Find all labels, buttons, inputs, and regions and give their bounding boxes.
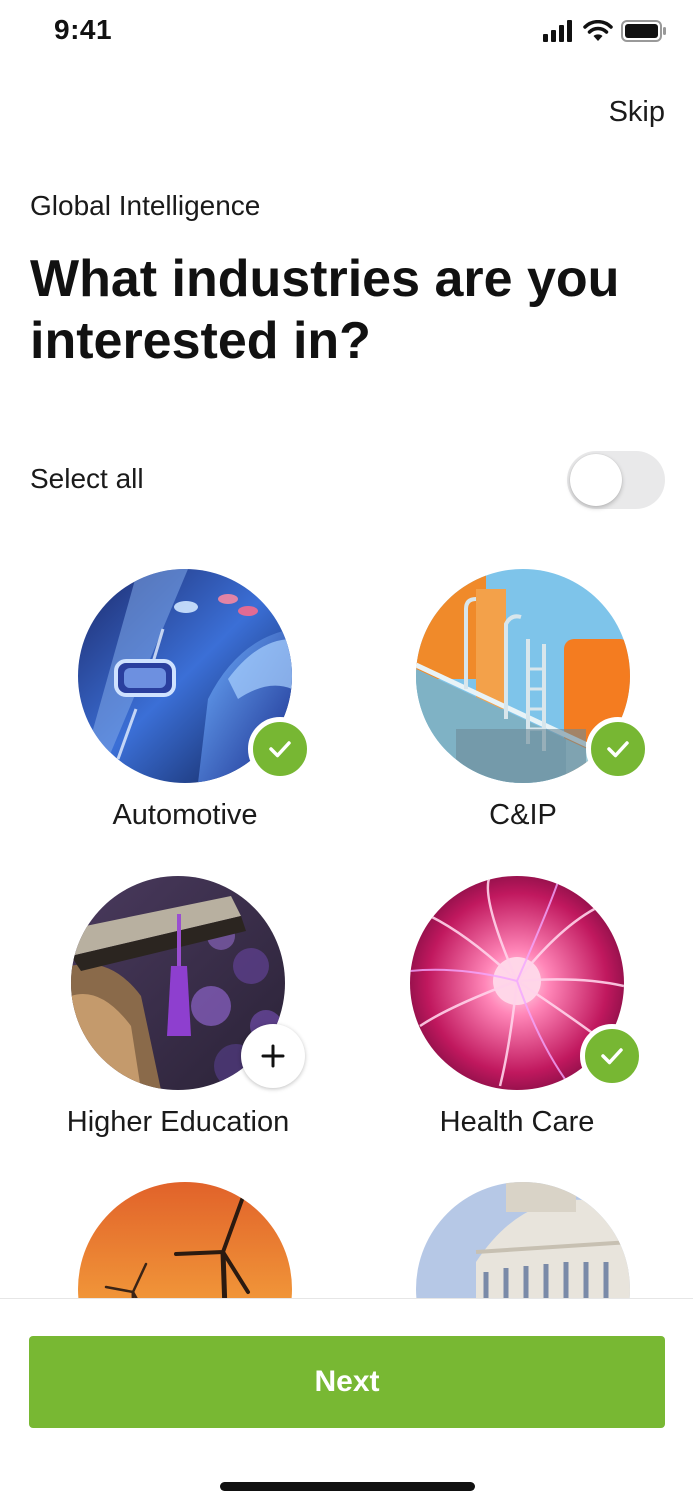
industry-tile-health-care[interactable]: Health Care bbox=[367, 876, 667, 1146]
next-button[interactable]: Next bbox=[29, 1336, 665, 1428]
industry-label: C&IP bbox=[489, 799, 557, 831]
battery-icon bbox=[621, 19, 667, 47]
checkmark-icon bbox=[601, 1048, 623, 1065]
status-time: 9:41 bbox=[54, 14, 113, 45]
industry-tile-government[interactable] bbox=[373, 1182, 673, 1298]
status-icons bbox=[543, 19, 667, 47]
industry-tile-automotive[interactable]: Automotive bbox=[35, 569, 335, 839]
capitol-dome-image bbox=[416, 1182, 630, 1298]
add-badge bbox=[241, 1024, 305, 1088]
section-eyebrow: Global Intelligence bbox=[30, 190, 261, 221]
wind-turbine-image bbox=[78, 1182, 292, 1298]
checkmark-icon bbox=[269, 741, 291, 758]
industry-tile-energy[interactable] bbox=[35, 1182, 335, 1298]
industry-label: Higher Education bbox=[66, 1106, 290, 1138]
wifi-icon bbox=[583, 19, 613, 47]
bottom-bar: Next bbox=[0, 1299, 693, 1500]
selected-check-badge bbox=[580, 1024, 644, 1088]
selected-check-badge bbox=[248, 717, 312, 781]
selected-check-badge bbox=[586, 717, 650, 781]
home-indicator bbox=[220, 1482, 475, 1491]
status-bar: 9:41 bbox=[0, 0, 693, 70]
industry-tile-higher-education[interactable]: Higher Education bbox=[28, 876, 328, 1146]
select-all-label: Select all bbox=[30, 463, 144, 494]
industry-tile-cip[interactable]: C&IP bbox=[373, 569, 673, 839]
toggle-knob bbox=[570, 454, 622, 506]
page-title: What industries are you interested in? bbox=[30, 250, 620, 370]
checkmark-icon bbox=[607, 741, 629, 758]
skip-link[interactable]: Skip bbox=[609, 96, 665, 129]
signal-icon bbox=[543, 19, 575, 47]
industry-label: Automotive bbox=[112, 799, 258, 831]
industry-label: Health Care bbox=[439, 1106, 595, 1138]
plus-icon bbox=[261, 1044, 285, 1068]
select-all-toggle[interactable] bbox=[567, 451, 665, 509]
